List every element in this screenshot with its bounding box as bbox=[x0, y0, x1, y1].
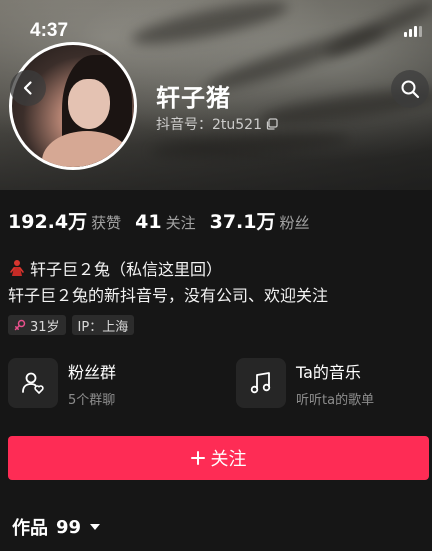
stat-value: 192.4万 bbox=[8, 211, 88, 233]
fans-group-subtitle: 5个群聊 bbox=[68, 392, 116, 408]
avatar[interactable] bbox=[9, 42, 137, 170]
age-tag: 31岁 bbox=[8, 315, 66, 335]
age-text: 31岁 bbox=[30, 319, 60, 335]
profile-cards: 粉丝群 5个群聊 Ta的音乐 听听ta的歌单 bbox=[8, 358, 432, 408]
music-subtitle: 听听ta的歌单 bbox=[296, 392, 375, 408]
stat-likes[interactable]: 192.4万 获赞 bbox=[8, 207, 121, 234]
music-note-icon bbox=[250, 372, 271, 394]
stat-label: 获赞 bbox=[91, 214, 122, 232]
music-icon-box bbox=[236, 358, 286, 408]
profile-nickname: 轩子猪 bbox=[156, 84, 231, 112]
profile-tags: 31岁 IP：上海 bbox=[8, 315, 135, 335]
stat-value: 41 bbox=[135, 211, 162, 233]
red-figure-emoji-icon bbox=[10, 260, 24, 276]
stat-value: 37.1万 bbox=[209, 211, 276, 233]
ip-tag: IP：上海 bbox=[71, 315, 135, 335]
female-icon bbox=[14, 319, 26, 331]
works-label: 作品 bbox=[12, 518, 48, 539]
caret-down-icon bbox=[90, 524, 101, 530]
fans-group-card[interactable]: 粉丝群 5个群聊 bbox=[8, 358, 218, 408]
follow-button-label: 关注 bbox=[210, 449, 247, 470]
douyin-id[interactable]: 抖音号：2tu521 bbox=[156, 114, 278, 134]
ip-text: IP：上海 bbox=[77, 319, 129, 335]
follow-button[interactable]: 关注 bbox=[8, 436, 429, 480]
search-icon bbox=[401, 80, 420, 99]
douyin-id-text: 抖音号：2tu521 bbox=[156, 117, 262, 133]
works-tab[interactable]: 作品 99 bbox=[12, 514, 101, 540]
bio-text-1: 轩子巨２兔（私信这里回） bbox=[30, 260, 223, 279]
bio-line-1: 轩子巨２兔（私信这里回） bbox=[8, 256, 222, 280]
fans-group-title: 粉丝群 bbox=[68, 362, 117, 382]
stat-label: 粉丝 bbox=[279, 214, 310, 232]
people-heart-icon bbox=[22, 372, 44, 394]
profile-stats: 192.4万 获赞 41 关注 37.1万 粉丝 bbox=[8, 207, 324, 234]
stat-label: 关注 bbox=[165, 214, 196, 232]
fans-group-icon-box bbox=[8, 358, 58, 408]
chevron-left-icon bbox=[23, 81, 32, 95]
bio-line-2: 轩子巨２兔的新抖音号，没有公司、欢迎关注 bbox=[8, 286, 329, 305]
plus-icon bbox=[190, 451, 205, 465]
search-button[interactable] bbox=[391, 70, 429, 108]
copy-icon[interactable] bbox=[266, 118, 278, 130]
signal-icon bbox=[404, 26, 422, 37]
music-card[interactable]: Ta的音乐 听听ta的歌单 bbox=[236, 358, 432, 408]
status-bar-time: 4:37 bbox=[30, 20, 69, 41]
music-title: Ta的音乐 bbox=[296, 362, 361, 382]
works-count: 99 bbox=[56, 516, 82, 538]
stat-following[interactable]: 41 关注 bbox=[135, 211, 195, 233]
stat-followers[interactable]: 37.1万 粉丝 bbox=[210, 207, 310, 234]
back-button[interactable] bbox=[10, 70, 46, 106]
